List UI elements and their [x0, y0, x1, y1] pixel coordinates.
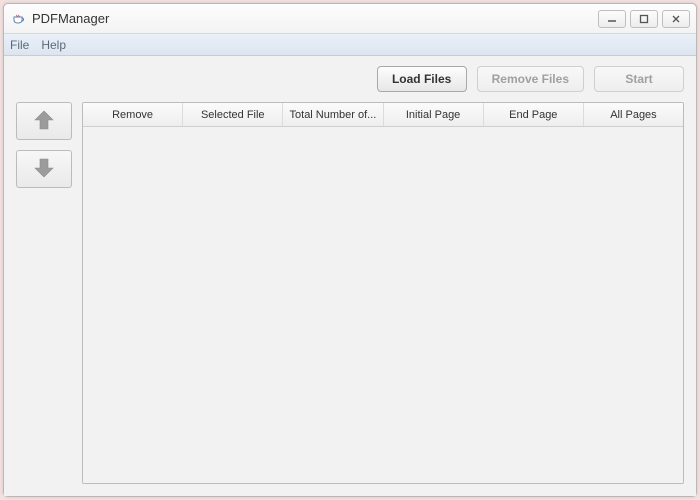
remove-files-button[interactable]: Remove Files	[477, 66, 584, 92]
move-up-button[interactable]	[16, 102, 72, 140]
client-area: Load Files Remove Files Start	[4, 56, 696, 496]
start-button[interactable]: Start	[594, 66, 684, 92]
arrow-up-icon	[31, 108, 57, 135]
col-selected-file[interactable]: Selected File	[183, 103, 283, 126]
arrow-down-icon	[31, 156, 57, 183]
menu-file[interactable]: File	[10, 38, 29, 52]
maximize-button[interactable]	[630, 10, 658, 28]
menubar: File Help	[4, 34, 696, 56]
app-window: PDFManager File Help Load Files Remove F…	[3, 3, 697, 497]
col-initial-page[interactable]: Initial Page	[384, 103, 484, 126]
load-files-button[interactable]: Load Files	[377, 66, 467, 92]
close-button[interactable]	[662, 10, 690, 28]
java-cup-icon	[10, 11, 26, 27]
files-table: Remove Selected File Total Number of... …	[82, 102, 684, 484]
col-total-pages[interactable]: Total Number of...	[283, 103, 383, 126]
window-controls	[598, 10, 690, 28]
minimize-button[interactable]	[598, 10, 626, 28]
reorder-controls	[16, 102, 72, 484]
col-end-page[interactable]: End Page	[484, 103, 584, 126]
toolbar: Load Files Remove Files Start	[16, 66, 684, 92]
table-header: Remove Selected File Total Number of... …	[83, 103, 683, 127]
move-down-button[interactable]	[16, 150, 72, 188]
col-all-pages[interactable]: All Pages	[584, 103, 683, 126]
workarea: Remove Selected File Total Number of... …	[16, 102, 684, 484]
menu-help[interactable]: Help	[41, 38, 66, 52]
table-body	[83, 127, 683, 483]
col-remove[interactable]: Remove	[83, 103, 183, 126]
titlebar: PDFManager	[4, 4, 696, 34]
window-title: PDFManager	[32, 11, 598, 26]
